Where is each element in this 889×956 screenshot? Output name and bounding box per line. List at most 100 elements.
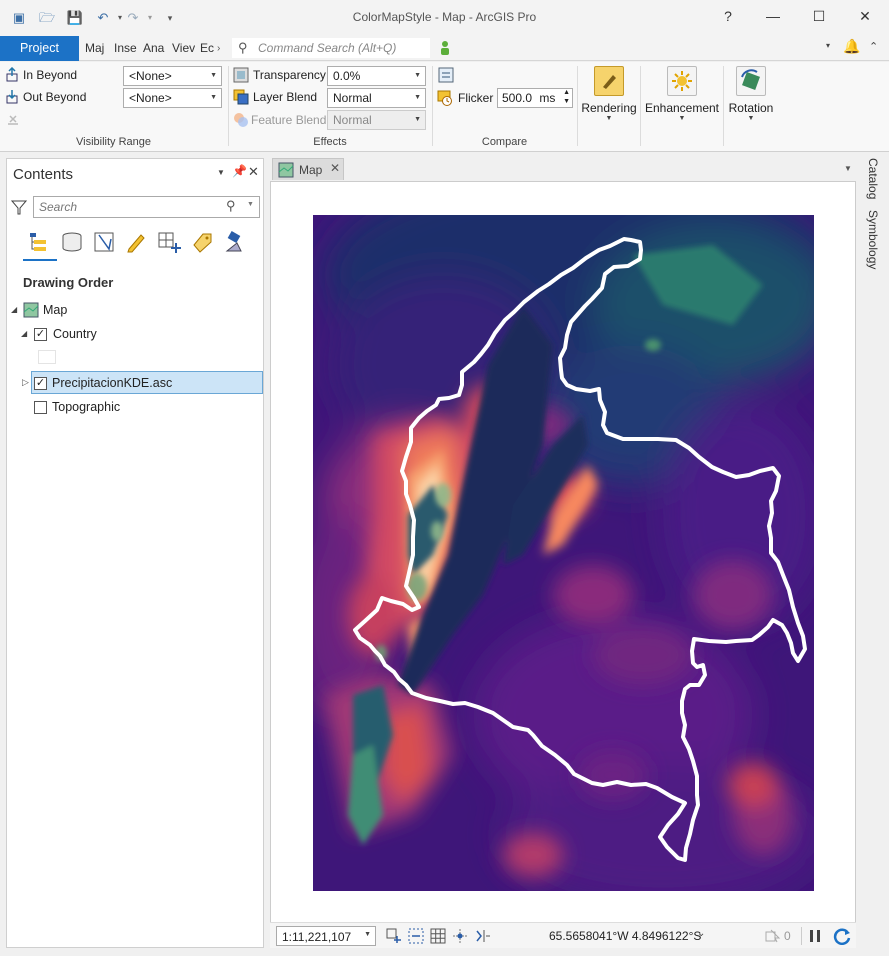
rendering-button[interactable]: Rendering ▼ (579, 66, 639, 122)
swipe-icon[interactable] (438, 67, 454, 83)
collapse-ribbon-icon[interactable]: ⌃ (869, 40, 878, 53)
effects-group-label: Effects (313, 136, 347, 148)
tab-project[interactable]: Project (0, 36, 79, 61)
expand-precipitation-icon[interactable]: ▷ (22, 377, 29, 388)
country-symbol-swatch[interactable] (38, 350, 56, 364)
snapping-icon[interactable] (452, 928, 468, 944)
list-by-selection-icon[interactable] (93, 231, 115, 253)
more-tabs-icon[interactable]: › (217, 36, 229, 61)
symbology-pane-tab[interactable]: Symbology (866, 210, 880, 269)
filter-icon[interactable] (11, 199, 27, 215)
clear-limits-icon[interactable] (6, 112, 22, 128)
chevron-down-icon: ▼ (414, 94, 421, 101)
pin-icon[interactable]: 📌 (232, 164, 247, 178)
country-visibility-checkbox[interactable]: ✓ (34, 328, 47, 341)
redo-icon[interactable]: ↷ (124, 9, 142, 27)
map-view-tab[interactable]: Map ✕ (272, 158, 344, 180)
map-canvas[interactable] (270, 181, 856, 923)
tab-insert[interactable]: Inse (114, 36, 140, 61)
map-icon (23, 302, 39, 318)
new-project-icon[interactable]: ▣ (10, 9, 28, 27)
save-project-icon[interactable]: 💾 (66, 9, 84, 27)
help-button[interactable]: ? (705, 0, 751, 32)
out-beyond-dropdown[interactable]: <None> ▼ (123, 88, 222, 108)
contents-view-toolbar (23, 229, 247, 263)
collapse-country-icon[interactable]: ◢ (21, 329, 27, 338)
country-layer[interactable]: Country (53, 324, 97, 344)
ribbon-options-icon[interactable]: ▾ (826, 41, 830, 50)
enhancement-button[interactable]: Enhancement ▼ (643, 66, 721, 122)
transparency-input[interactable]: 0.0% ▼ (327, 66, 426, 86)
in-beyond-dropdown[interactable]: <None> ▼ (123, 66, 222, 86)
coordinate-format-dropdown-icon[interactable]: ⌄ (697, 928, 705, 939)
list-by-drawing-order-icon[interactable] (28, 231, 50, 253)
pause-drawing-icon[interactable] (807, 928, 823, 944)
topographic-visibility-checkbox[interactable] (34, 401, 47, 414)
list-by-snapping-icon[interactable] (157, 231, 181, 253)
in-beyond-label[interactable]: In Beyond (23, 68, 77, 82)
ribbon-tabs: Project Maj Inse Ana Viev Ec › ▾ 🔔 ⌃ (0, 36, 889, 61)
contents-search-input[interactable]: Search ⚲ ▼ (33, 196, 260, 218)
list-by-labeling-icon[interactable] (191, 231, 213, 253)
list-by-editing-icon[interactable] (125, 231, 147, 253)
chevron-down-icon[interactable]: ▼ (247, 201, 254, 208)
group-separator (723, 66, 724, 146)
undo-icon[interactable]: ↶ (94, 9, 112, 27)
fixed-zoom-in-icon[interactable] (386, 928, 402, 944)
feature-blend-value: Normal (333, 113, 372, 127)
contents-pane: Contents ▼ 📌 ✕ Search ⚲ ▼ Drawing Order … (6, 158, 264, 948)
view-options-icon[interactable]: ▼ (844, 164, 852, 173)
selected-view-indicator (23, 259, 57, 261)
tab-map[interactable]: Maj (85, 36, 109, 61)
spinner-arrows-icon[interactable]: ▲ ▼ (563, 88, 570, 106)
chevron-down-icon: ▼ (210, 72, 217, 79)
refresh-icon[interactable] (833, 927, 851, 945)
redo-dropdown-icon[interactable]: ▾ (141, 9, 159, 27)
maximize-button[interactable]: ☐ (796, 0, 842, 32)
command-search-box[interactable]: ⚲ Command Search (Alt+Q) (232, 38, 430, 58)
close-pane-icon[interactable]: ✕ (248, 164, 259, 180)
in-beyond-value: <None> (129, 69, 172, 83)
drawing-order-heading: Drawing Order (23, 275, 114, 290)
search-icon[interactable]: ⚲ (226, 198, 236, 214)
precipitation-layer[interactable]: PrecipitacionKDE.asc (52, 373, 172, 393)
customize-toolbar-icon[interactable]: ▾ (161, 9, 179, 27)
chevron-down-icon: ▼ (678, 115, 686, 122)
rotation-button[interactable]: Rotation ▼ (725, 66, 777, 122)
close-tab-icon[interactable]: ✕ (330, 161, 340, 175)
tab-view[interactable]: Viev (172, 36, 195, 61)
topographic-layer[interactable]: Topographic (52, 397, 120, 417)
chevron-down-icon: ▼ (210, 94, 217, 101)
correction-icon[interactable] (475, 928, 491, 944)
catalog-pane-tab[interactable]: Catalog (866, 158, 880, 199)
flicker-rate-input[interactable]: 500.0 ms ▲ ▼ (497, 88, 573, 108)
rotation-label: Rotation (728, 101, 774, 115)
map-node[interactable]: Map (43, 300, 67, 320)
pane-options-icon[interactable]: ▼ (217, 168, 225, 177)
precipitation-visibility-checkbox[interactable]: ✓ (34, 377, 47, 390)
list-by-perspective-imagery-icon[interactable] (223, 231, 245, 253)
chevron-down-icon: ▼ (364, 931, 371, 938)
selected-features-icon (765, 929, 781, 943)
flicker-value: 500.0 (502, 91, 533, 105)
close-button[interactable]: ✕ (842, 0, 888, 32)
flicker-unit: ms (539, 91, 556, 105)
collapse-map-icon[interactable]: ◢ (11, 305, 17, 314)
grid-icon[interactable] (430, 928, 446, 944)
tab-analysis[interactable]: Ana (143, 36, 168, 61)
map-tab-label: Map (299, 163, 323, 177)
title-bar: ▣ 🗁 💾 ↶ ▾ ↷ ▾ ▾ ColorMapStyle - Map - Ar… (0, 0, 889, 36)
layer-blend-value: Normal (333, 91, 372, 105)
notifications-bell-icon[interactable]: 🔔 (843, 38, 860, 55)
tab-edit[interactable]: Ec (200, 36, 218, 61)
scale-value: 1:11,221,107 (282, 930, 352, 944)
scale-dropdown[interactable]: 1:11,221,107 ▼ (276, 926, 376, 946)
layer-blend-dropdown[interactable]: Normal ▼ (327, 88, 426, 108)
list-by-data-source-icon[interactable] (61, 231, 83, 253)
out-beyond-label[interactable]: Out Beyond (23, 90, 86, 104)
fixed-zoom-out-icon[interactable] (408, 928, 424, 944)
minimize-button[interactable]: — (750, 0, 796, 32)
in-beyond-icon (6, 67, 18, 82)
open-project-icon[interactable]: 🗁 (38, 9, 56, 27)
user-icon[interactable] (439, 40, 451, 56)
